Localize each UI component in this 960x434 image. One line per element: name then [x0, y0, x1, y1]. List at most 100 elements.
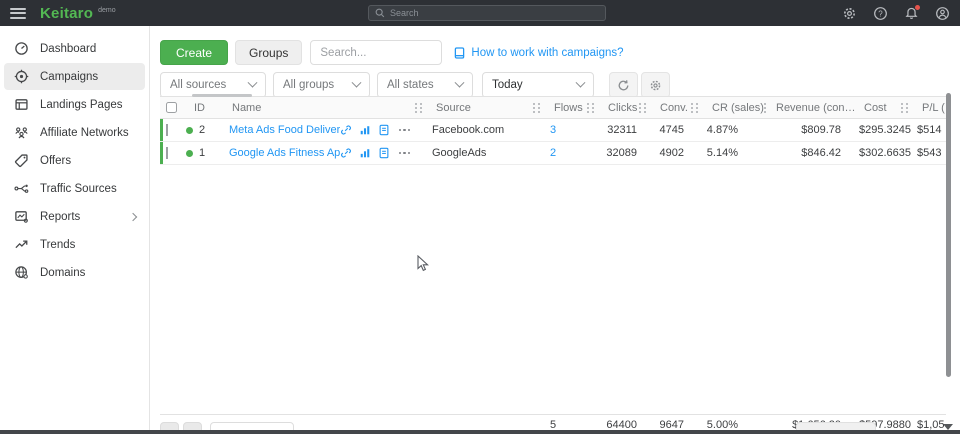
date-range-value: Today	[492, 79, 523, 91]
select-all-checkbox[interactable]	[166, 102, 177, 113]
notification-badge	[915, 5, 920, 10]
settings-gear-icon[interactable]	[842, 6, 857, 21]
sidebar-item-domains[interactable]: Domains	[4, 259, 145, 286]
sidebar-label: Campaigns	[40, 71, 98, 83]
trends-icon	[13, 237, 29, 253]
topbar-icons: ?	[842, 0, 950, 26]
campaign-link-icon[interactable]	[340, 147, 352, 159]
top-scrollbar-thumb[interactable]	[192, 94, 252, 97]
column-drag-handle[interactable]	[691, 103, 698, 113]
sidebar-item-offers[interactable]: Offers	[4, 147, 145, 174]
groups-filter-select[interactable]: All groups	[273, 72, 370, 98]
pl-value: $543	[914, 147, 946, 159]
column-header-cost[interactable]: Cost	[856, 97, 914, 118]
notifications-bell-icon[interactable]	[904, 6, 919, 21]
campaigns-toolbar: Create Groups How to work with campaigns…	[160, 40, 624, 65]
sidebar-label: Landings Pages	[40, 99, 122, 111]
campaign-link-icon[interactable]	[340, 124, 352, 136]
help-link-label: How to work with campaigns?	[471, 47, 623, 59]
column-header-name[interactable]: Name	[224, 97, 428, 118]
dashboard-icon	[13, 41, 29, 57]
campaign-stats-icon[interactable]	[359, 124, 371, 136]
sidebar-label: Affiliate Networks	[40, 127, 129, 139]
chevron-down-icon	[576, 77, 586, 87]
table-empty-area	[160, 165, 946, 414]
sidebar-label: Reports	[40, 211, 80, 223]
column-header-revenue[interactable]: Revenue (con…	[768, 97, 856, 118]
column-header-clicks[interactable]: Clicks	[600, 97, 652, 118]
column-header-id[interactable]: ID	[186, 97, 224, 118]
row-checkbox[interactable]	[166, 147, 168, 159]
states-filter-select[interactable]: All states	[377, 72, 473, 98]
status-dot-active	[186, 127, 193, 134]
campaign-name-link[interactable]: Google Ads Fitness App Split	[229, 147, 340, 159]
pl-value: $514	[914, 124, 946, 136]
column-header-flows[interactable]: Flows	[546, 97, 600, 118]
search-icon	[375, 8, 385, 18]
global-search-input[interactable]	[390, 8, 599, 18]
sidebar-item-reports[interactable]: Reports	[4, 203, 145, 230]
states-filter-value: All states	[387, 79, 434, 91]
hamburger-menu-icon[interactable]	[10, 8, 26, 19]
campaign-report-icon[interactable]	[378, 147, 390, 159]
sidebar-item-campaigns[interactable]: Campaigns	[4, 63, 145, 90]
help-icon[interactable]: ?	[873, 6, 888, 21]
campaign-name-link[interactable]: Meta Ads Food Delivery Promo	[229, 124, 340, 136]
campaign-stats-icon[interactable]	[359, 147, 371, 159]
vertical-scrollbar-thumb[interactable]	[946, 93, 951, 377]
sidebar-label: Dashboard	[40, 43, 96, 55]
campaign-id: 1	[199, 147, 205, 159]
campaign-search-input[interactable]	[310, 40, 442, 65]
table-settings-button[interactable]	[641, 72, 670, 98]
user-account-icon[interactable]	[935, 6, 950, 21]
sidebar-item-dashboard[interactable]: Dashboard	[4, 35, 145, 62]
column-drag-handle[interactable]	[533, 103, 540, 113]
create-button[interactable]: Create	[160, 40, 228, 65]
table-row[interactable]: 1 Google Ads Fitness App Split GoogleAds…	[160, 142, 946, 165]
flows-link[interactable]: 2	[550, 147, 556, 159]
date-range-select[interactable]: Today	[482, 72, 594, 98]
sidebar-item-traffic-sources[interactable]: Traffic Sources	[4, 175, 145, 202]
table-row[interactable]: 2 Meta Ads Food Delivery Promo Facebook.…	[160, 119, 946, 142]
column-drag-handle[interactable]	[901, 103, 908, 113]
column-header-conv[interactable]: Conv.	[652, 97, 704, 118]
chevron-right-icon	[129, 212, 137, 220]
column-header-cr[interactable]: CR (sales)	[704, 97, 768, 118]
topbar: Keitaro demo ?	[0, 0, 960, 26]
sidebar-item-trends[interactable]: Trends	[4, 231, 145, 258]
refresh-button[interactable]	[609, 72, 638, 98]
row-more-menu-icon[interactable]	[399, 152, 411, 155]
column-drag-handle[interactable]	[415, 103, 422, 113]
groups-button[interactable]: Groups	[235, 40, 302, 65]
clicks-value: 32089	[600, 147, 652, 159]
brand-demo-label: demo	[98, 7, 116, 14]
conv-value: 4902	[652, 147, 704, 159]
table-header-row: ID Name Source Flows Clicks Conv. CR (sa…	[160, 97, 946, 119]
column-drag-handle[interactable]	[587, 103, 594, 113]
campaign-report-icon[interactable]	[378, 124, 390, 136]
sources-filter-value: All sources	[170, 79, 226, 91]
main-content: Create Groups How to work with campaigns…	[150, 26, 960, 434]
global-search[interactable]	[368, 5, 606, 21]
chevron-down-icon	[455, 77, 465, 87]
column-drag-handle[interactable]	[639, 103, 646, 113]
sidebar-item-landings-pages[interactable]: Landings Pages	[4, 91, 145, 118]
gear-icon	[649, 79, 662, 92]
campaign-source: Facebook.com	[428, 124, 546, 136]
window-bottom-edge	[0, 430, 960, 434]
row-more-menu-icon[interactable]	[399, 129, 411, 132]
flows-link[interactable]: 3	[550, 124, 556, 136]
row-checkbox[interactable]	[166, 124, 168, 136]
reports-icon	[13, 209, 29, 225]
chevron-down-icon	[248, 77, 258, 87]
cr-value: 5.14%	[704, 147, 768, 159]
cost-value: $302.6635	[856, 147, 914, 159]
column-drag-handle[interactable]	[764, 103, 768, 113]
column-drag-handle[interactable]	[856, 103, 857, 113]
sidebar-item-affiliate-networks[interactable]: Affiliate Networks	[4, 119, 145, 146]
help-article-link[interactable]: How to work with campaigns?	[454, 47, 623, 59]
keitaro-app: Keitaro demo ? Dashboard	[0, 0, 960, 434]
column-header-pl[interactable]: P/L (	[914, 97, 946, 118]
column-header-source[interactable]: Source	[428, 97, 546, 118]
revenue-value: $809.78	[768, 124, 856, 136]
